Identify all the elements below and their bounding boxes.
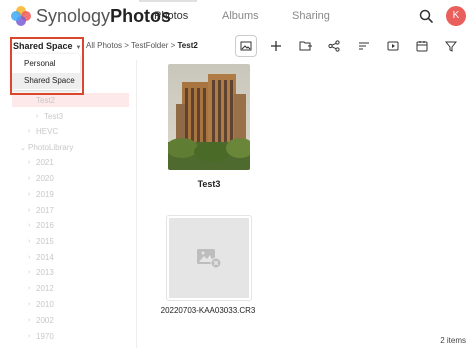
breadcrumb-testfolder[interactable]: TestFolder <box>131 41 168 50</box>
tree-item-year[interactable]: 2019 <box>36 190 54 199</box>
sort-icon <box>359 42 369 50</box>
chevron-right-icon[interactable]: › <box>28 301 30 308</box>
sort-button[interactable] <box>353 35 375 57</box>
tree-item-year[interactable]: 2012 <box>36 284 54 293</box>
file-thumbnail-card[interactable] <box>166 215 252 301</box>
chevron-right-icon[interactable]: › <box>36 113 38 120</box>
calendar-icon <box>416 41 428 52</box>
item-count: 2 items <box>440 336 466 345</box>
user-avatar[interactable]: K <box>446 6 466 26</box>
filter-button[interactable] <box>440 35 462 57</box>
chevron-right-icon[interactable]: › <box>28 269 30 276</box>
add-button[interactable] <box>265 35 287 57</box>
chevron-right-icon[interactable]: › <box>28 222 30 229</box>
folder-thumbnail[interactable] <box>168 64 250 170</box>
tree-item-photolibrary[interactable]: PhotoLibrary <box>28 143 73 152</box>
chevron-right-icon[interactable]: › <box>28 159 30 166</box>
search-icon[interactable] <box>418 8 434 24</box>
building-photo <box>168 64 250 170</box>
file-placeholder <box>169 218 249 298</box>
tree-item-year[interactable]: 2013 <box>36 268 54 277</box>
filter-icon <box>445 41 457 52</box>
tree-item-year[interactable]: 2002 <box>36 316 54 325</box>
chevron-right-icon[interactable]: › <box>28 128 30 135</box>
tree-item-year[interactable]: 2021 <box>36 158 54 167</box>
breadcrumb: All Photos > TestFolder > Test2 <box>86 41 198 50</box>
tree-item-year[interactable]: 1970 <box>36 332 54 341</box>
breadcrumb-current: Test2 <box>177 41 198 50</box>
tree-item-test3[interactable]: Test3 <box>44 112 63 121</box>
chevron-right-icon[interactable]: › <box>28 207 30 214</box>
file-name: 20220703-KAA03033.CR3 <box>160 306 256 315</box>
chevron-right-icon[interactable]: › <box>28 238 30 245</box>
tab-albums[interactable]: Albums <box>222 10 259 22</box>
add-icon <box>271 41 281 51</box>
select-mode-icon <box>240 41 252 51</box>
folder-tree: Test2 › Test3 › HEVC ⌄ PhotoLibrary › 20… <box>0 60 136 348</box>
tab-divider <box>139 0 197 2</box>
breadcrumb-all-photos[interactable]: All Photos <box>86 41 122 50</box>
tree-item-hevc[interactable]: HEVC <box>36 127 58 136</box>
chevron-down-icon[interactable]: ⌄ <box>20 144 26 152</box>
tree-item-year[interactable]: 2016 <box>36 221 54 230</box>
add-to-album-button[interactable] <box>294 35 316 57</box>
chevron-right-icon[interactable]: › <box>28 317 30 324</box>
tree-item-year[interactable]: 2017 <box>36 206 54 215</box>
tab-photos[interactable]: Photos <box>154 10 188 22</box>
slideshow-button[interactable] <box>382 35 404 57</box>
chevron-right-icon[interactable]: › <box>28 191 30 198</box>
tree-item-year[interactable]: 2010 <box>36 300 54 309</box>
chevron-right-icon[interactable]: › <box>28 254 30 261</box>
app-header: SynologyPhotos Photos Albums Sharing K <box>0 0 474 32</box>
share-button[interactable] <box>323 35 345 57</box>
folder-name: Test3 <box>197 179 221 189</box>
app-title: SynologyPhotos <box>36 6 172 26</box>
sidebar-divider <box>136 60 137 348</box>
tree-item-year[interactable]: 2015 <box>36 237 54 246</box>
calendar-button[interactable] <box>411 35 433 57</box>
share-icon <box>328 40 340 52</box>
tree-item-year[interactable]: 2014 <box>36 253 54 262</box>
slideshow-icon <box>387 41 399 51</box>
annotation-highlight-box <box>10 37 84 95</box>
chevron-right-icon[interactable]: › <box>28 333 30 340</box>
chevron-right-icon[interactable]: › <box>28 285 30 292</box>
select-mode-button[interactable] <box>235 35 257 57</box>
chevron-right-icon[interactable]: › <box>28 175 30 182</box>
tab-sharing[interactable]: Sharing <box>292 10 330 22</box>
tree-item-year[interactable]: 2020 <box>36 174 54 183</box>
broken-image-icon <box>197 249 222 269</box>
selected-folder-highlight <box>12 93 129 107</box>
tree-item-test2[interactable]: Test2 <box>36 96 55 105</box>
add-to-album-icon <box>299 41 312 51</box>
synology-photos-logo-icon <box>11 6 31 26</box>
